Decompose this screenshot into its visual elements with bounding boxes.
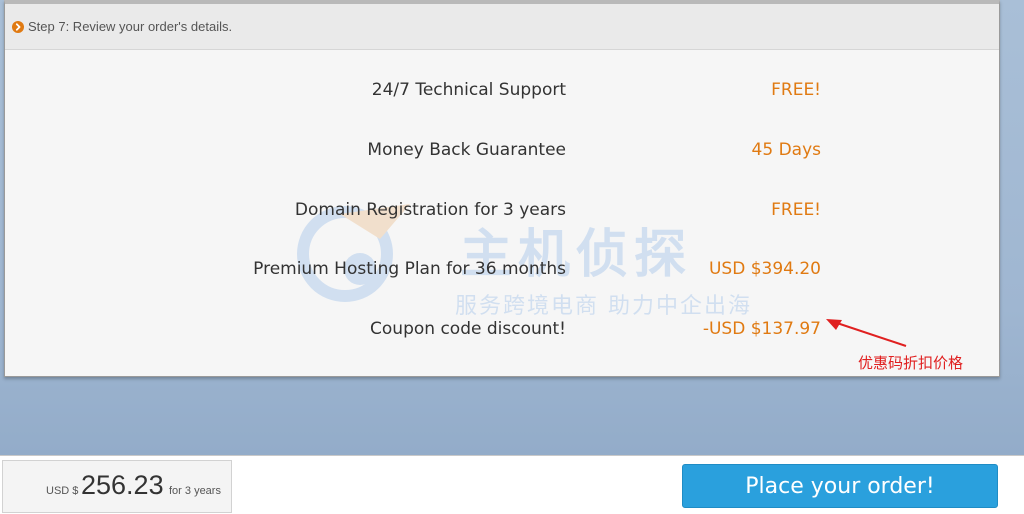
order-item-value: -USD $137.97 [702,319,821,339]
order-row-hosting-plan: Premium Hosting Plan for 36 months USD $… [5,255,999,285]
annotation-arrow-icon [826,319,907,347]
order-row-support: 24/7 Technical Support FREE! [5,76,999,106]
step-header: Step 7: Review your order's details. [5,4,999,50]
price-amount: 256.23 [81,470,164,500]
price-currency: USD $ [46,485,79,497]
order-item-label: Domain Registration for 3 years [294,200,566,220]
order-item-value: FREE! [771,200,821,220]
order-item-label: Coupon code discount! [370,319,566,339]
order-item-value: 45 Days [751,140,821,160]
chevron-right-circle-icon [12,20,24,33]
order-row-guarantee: Money Back Guarantee 45 Days [5,136,999,166]
order-item-value: FREE! [771,80,821,100]
order-footer: USD $ 256.23 for 3 years Place your orde… [0,455,1024,514]
price-term: for 3 years [169,485,221,497]
order-item-label: Money Back Guarantee [367,140,566,160]
order-item-label: 24/7 Technical Support [371,80,566,100]
order-item-value: USD $394.20 [708,259,821,279]
step-title: Step 7: Review your order's details. [28,19,233,34]
total-price-box: USD $ 256.23 for 3 years [2,460,232,513]
place-order-button[interactable]: Place your order! [682,464,998,508]
order-item-label: Premium Hosting Plan for 36 months [253,259,566,279]
annotation-label: 优惠码折扣价格 [858,354,964,372]
order-row-domain: Domain Registration for 3 years FREE! [5,196,999,226]
